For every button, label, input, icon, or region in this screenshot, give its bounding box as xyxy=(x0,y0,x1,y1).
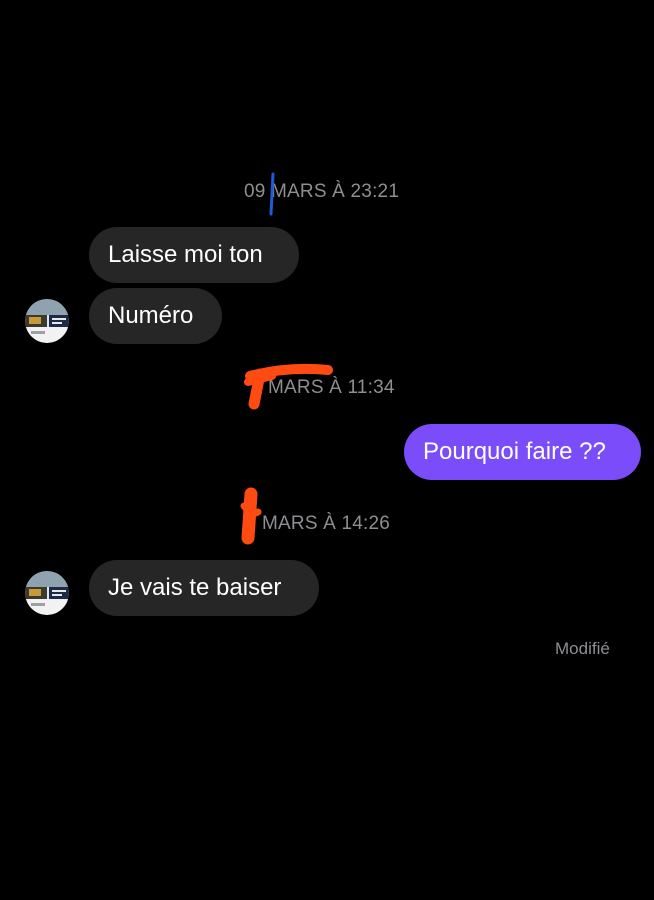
redaction-mark-orange xyxy=(240,487,262,545)
message-bubble-incoming[interactable]: Numéro xyxy=(89,288,222,344)
message-bubble-incoming[interactable]: Laisse moi ton xyxy=(89,227,299,283)
message-text: Laisse moi ton xyxy=(108,241,263,268)
chat-screen: { "conversation": { "timestamps": { "fir… xyxy=(0,0,654,900)
message-text: Numéro xyxy=(108,302,194,329)
contact-avatar[interactable] xyxy=(25,571,69,615)
edited-label: Modifié xyxy=(555,639,610,658)
message-text: Pourquoi faire ?? xyxy=(423,438,606,465)
redaction-mark-orange xyxy=(244,363,333,410)
message-text: Je vais te baiser xyxy=(108,574,282,601)
message-bubble-incoming[interactable]: Je vais te baiser xyxy=(89,560,319,616)
timestamp-third: MARS À 14:26 xyxy=(262,513,391,534)
contact-avatar[interactable] xyxy=(25,299,69,343)
avatar-icon xyxy=(25,571,69,615)
message-bubble-outgoing[interactable]: Pourquoi faire ?? xyxy=(404,424,641,480)
redaction-mark-blue xyxy=(269,172,275,216)
avatar-icon xyxy=(25,299,69,343)
